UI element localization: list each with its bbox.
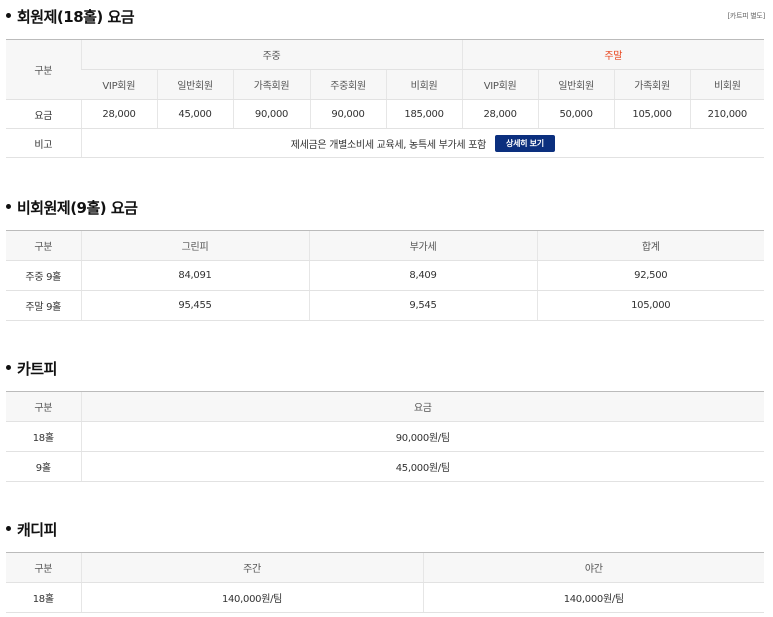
fee-row-label: 요금 xyxy=(6,99,81,129)
greenfee-cell: 84,091 xyxy=(80,260,309,291)
header-fee: 요금 xyxy=(80,391,764,422)
fee-cell: 185,000 xyxy=(385,99,463,129)
member-fee-title-text: 회원제(18홀) 요금 xyxy=(17,8,135,26)
remark-row-label: 비고 xyxy=(6,128,81,158)
daytime-fee-cell: 140,000원/팀 xyxy=(80,582,423,613)
table-row: 요금 28,000 45,000 90,000 90,000 185,000 2… xyxy=(6,99,765,129)
vat-cell: 8,409 xyxy=(308,260,537,291)
header-weekend-regular: 일반회원 xyxy=(537,69,615,100)
vat-cell: 9,545 xyxy=(308,290,537,321)
header-weekend-nonmember: 비회원 xyxy=(689,69,765,100)
table-row: 18홀 140,000원/팀 140,000원/팀 xyxy=(6,582,764,613)
header-gubun: 구분 xyxy=(6,39,81,100)
header-night: 야간 xyxy=(422,552,764,583)
greenfee-cell: 95,455 xyxy=(80,290,309,321)
fee-cell: 90,000 xyxy=(309,99,386,129)
night-fee-cell: 140,000원/팀 xyxy=(422,582,764,613)
header-weekday: 주중 xyxy=(80,39,463,70)
header-weekday-family: 가족회원 xyxy=(232,69,310,100)
header-vat: 부가세 xyxy=(308,230,537,261)
header-weekend-vip: VIP회원 xyxy=(461,69,539,100)
bullet-icon xyxy=(6,204,11,209)
cart-fee-title-text: 카트피 xyxy=(17,360,57,378)
cart-fee-separate-note: [카트피 별도] xyxy=(727,12,766,20)
total-cell: 92,500 xyxy=(536,260,764,291)
table-row: 18홀 90,000원/팀 xyxy=(6,421,764,452)
header-total: 합계 xyxy=(536,230,764,261)
header-weekday-vip: VIP회원 xyxy=(81,69,157,100)
row-label: 주말 9홀 xyxy=(6,290,81,321)
fee-cell: 90,000 xyxy=(232,99,310,129)
fee-cell: 45,000 xyxy=(156,99,233,129)
nonmember-fee-title-text: 비회원제(9홀) 요금 xyxy=(17,199,138,217)
table-row: 주말 9홀 95,455 9,545 105,000 xyxy=(6,290,764,321)
fee-cell: 45,000원/팀 xyxy=(80,451,764,482)
row-label: 18홀 xyxy=(6,421,81,452)
header-weekday-regular: 일반회원 xyxy=(156,69,233,100)
nonmember-fee-table: 구분 그린피 부가세 합계 주중 9홀 84,091 8,409 92,500 … xyxy=(6,230,764,321)
table-row: 9홀 45,000원/팀 xyxy=(6,451,764,482)
header-weekday-nonmember: 비회원 xyxy=(385,69,463,100)
header-daytime: 주간 xyxy=(80,552,423,583)
caddie-fee-table: 구분 주간 야간 18홀 140,000원/팀 140,000원/팀 xyxy=(6,552,764,613)
nonmember-fee-title: 비회원제(9홀) 요금 xyxy=(6,197,138,218)
header-greenfee: 그린피 xyxy=(80,230,309,261)
remark-cell: 제세금은 개별소비세 교육세, 농특세 부가세 포함 상세히 보기 xyxy=(80,128,765,158)
header-gubun: 구분 xyxy=(6,230,81,261)
header-weekend: 주말 xyxy=(461,39,765,70)
bullet-icon xyxy=(6,526,11,531)
row-label: 주중 9홀 xyxy=(6,260,81,291)
member-fee-title: 회원제(18홀) 요금 xyxy=(6,6,135,27)
row-label: 9홀 xyxy=(6,451,81,482)
fee-cell: 28,000 xyxy=(80,99,157,129)
fee-cell: 210,000 xyxy=(689,99,765,129)
fee-cell: 90,000원/팀 xyxy=(80,421,764,452)
member-fee-table: 구분 주중 주말 VIP회원 일반회원 가족회원 주중회원 비회원 VIP회원 … xyxy=(6,39,765,158)
cart-fee-title: 카트피 xyxy=(6,358,57,379)
total-cell: 105,000 xyxy=(536,290,764,321)
remark-text: 제세금은 개별소비세 교육세, 농특세 부가세 포함 xyxy=(290,139,487,151)
caddie-fee-title-text: 캐디피 xyxy=(17,521,57,539)
header-gubun: 구분 xyxy=(6,391,81,422)
header-weekday-weekday-member: 주중회원 xyxy=(309,69,386,100)
table-row: 비고 제세금은 개별소비세 교육세, 농특세 부가세 포함 상세히 보기 xyxy=(6,128,765,158)
fee-cell: 50,000 xyxy=(537,99,615,129)
bullet-icon xyxy=(6,365,11,370)
caddie-fee-title: 캐디피 xyxy=(6,519,57,540)
bullet-icon xyxy=(6,13,11,18)
table-row: 주중 9홀 84,091 8,409 92,500 xyxy=(6,260,764,291)
view-details-button[interactable]: 상세히 보기 xyxy=(495,134,555,152)
fee-cell: 28,000 xyxy=(461,99,539,129)
cart-fee-table: 구분 요금 18홀 90,000원/팀 9홀 45,000원/팀 xyxy=(6,391,764,482)
row-label: 18홀 xyxy=(6,582,81,613)
fee-cell: 105,000 xyxy=(613,99,691,129)
header-weekend-family: 가족회원 xyxy=(613,69,691,100)
header-gubun: 구분 xyxy=(6,552,81,583)
